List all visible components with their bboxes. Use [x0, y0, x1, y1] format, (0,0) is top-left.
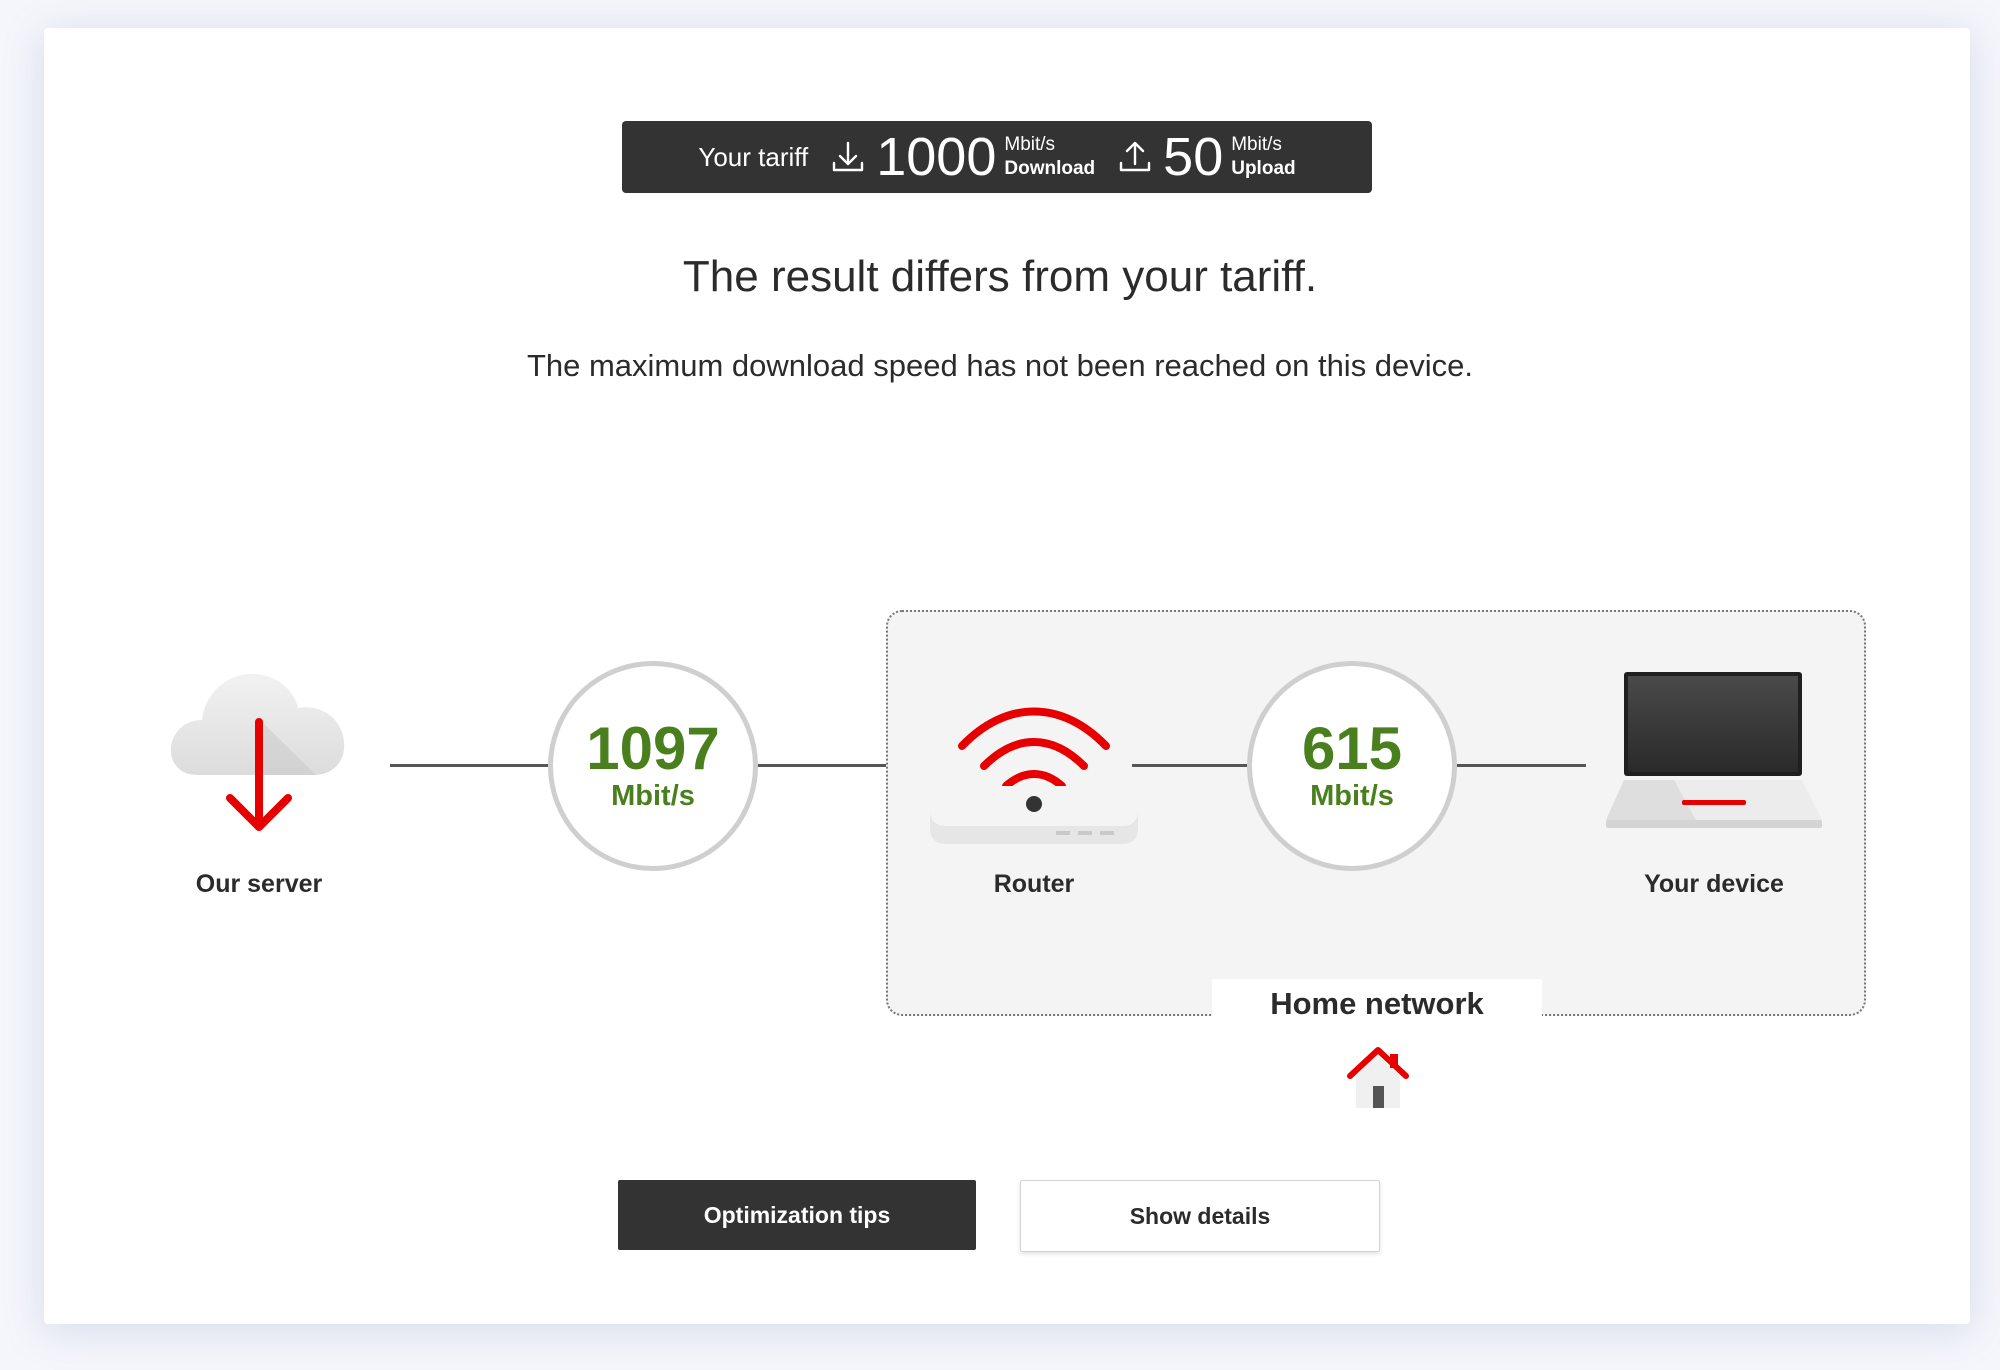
result-message: The maximum download speed has not been …: [526, 348, 1474, 383]
router-label: Router: [993, 870, 1075, 898]
tariff-download-units: Mbit/s Download: [1004, 133, 1095, 181]
connector-line: [1454, 764, 1586, 767]
optimization-tips-button[interactable]: Optimization tips: [618, 1180, 976, 1250]
connector-line: [390, 764, 550, 767]
laptop-icon: [1604, 670, 1824, 836]
tariff-download-value: 1000: [876, 127, 997, 187]
device-label: Your device: [1644, 870, 1784, 898]
connector-line: [754, 764, 886, 767]
house-icon: [1346, 1044, 1410, 1110]
server-label: Our server: [195, 870, 323, 898]
show-details-button[interactable]: Show details: [1020, 1180, 1380, 1252]
tariff-download-unit: Mbit/s: [1004, 134, 1056, 155]
tariff-upload-label: Upload: [1231, 158, 1296, 179]
server-speed-unit: Mbit/s: [611, 780, 695, 812]
tariff-bar: Your tariff 1000 Mbit/s Download 50 Mbit…: [622, 121, 1372, 193]
device-speed-unit: Mbit/s: [1310, 780, 1394, 812]
upload-arrow-icon: [1117, 139, 1153, 175]
tariff-upload-value: 50: [1163, 127, 1224, 187]
connector-line: [1132, 764, 1248, 767]
server-speed-value: 1097: [586, 715, 720, 782]
server-speed-circle: 1097 Mbit/s: [548, 661, 758, 871]
home-network-label: Home network: [1270, 986, 1484, 1021]
tariff-upload-unit: Mbit/s: [1231, 134, 1282, 155]
download-arrow-icon: [830, 139, 866, 175]
tariff-upload-units: Mbit/s Upload: [1231, 133, 1295, 181]
router-wifi-icon: [926, 690, 1142, 850]
device-speed-circle: 615 Mbit/s: [1247, 661, 1457, 871]
tariff-label: Your tariff: [698, 141, 809, 172]
cloud-download-icon: [168, 650, 350, 840]
result-headline: The result differs from your tariff.: [682, 252, 1318, 301]
device-speed-value: 615: [1301, 715, 1403, 782]
tariff-download-label: Download: [1004, 158, 1096, 179]
